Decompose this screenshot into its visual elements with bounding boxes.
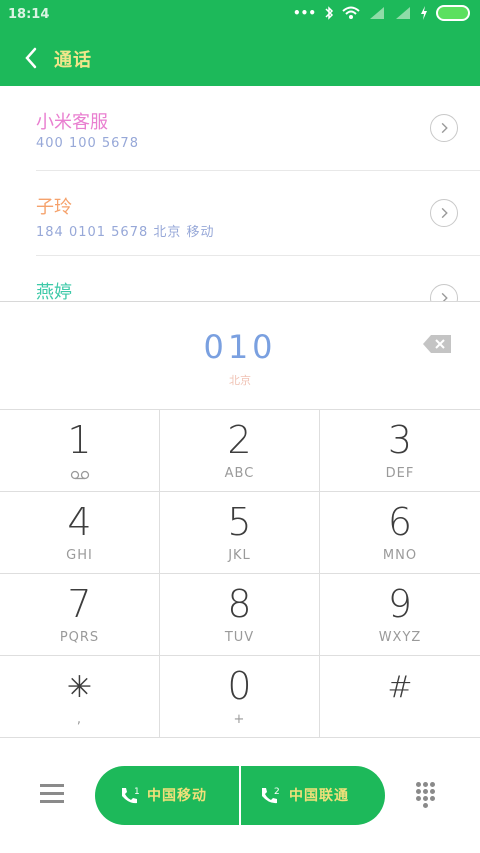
key-digit: 5 bbox=[227, 500, 252, 544]
carrier-label: 中国移动 bbox=[147, 788, 207, 804]
status-time: 18:14 bbox=[8, 7, 50, 22]
contact-detail: 184 0101 5678 北京 移动 bbox=[36, 225, 215, 240]
key-digit: 0 bbox=[227, 664, 252, 708]
dial-keypad: 1 2 ABC 3 DEF 4 GHI 5 JKL 6 MNO 7 PQRS 8… bbox=[0, 409, 480, 739]
svg-text:1: 1 bbox=[134, 787, 140, 797]
contact-item[interactable]: 子玲 184 0101 5678 北京 移动 bbox=[0, 171, 480, 255]
key-letters: PQRS bbox=[59, 630, 100, 645]
key-digit: 8 bbox=[227, 582, 252, 626]
key-5[interactable]: 5 JKL bbox=[160, 492, 320, 574]
battery-icon bbox=[436, 5, 470, 21]
chevron-right-icon[interactable] bbox=[430, 199, 458, 227]
contact-item[interactable]: 小米客服 400 100 5678 bbox=[0, 86, 480, 170]
key-6[interactable]: 6 MNO bbox=[320, 492, 480, 574]
key-letters: , bbox=[76, 712, 83, 727]
key-letters: JKL bbox=[228, 548, 251, 563]
dialed-number: 010 bbox=[203, 328, 277, 366]
contact-suggestions-list: 小米客服 400 100 5678 子玲 184 0101 5678 北京 移动… bbox=[0, 86, 480, 301]
key-letters: GHI bbox=[66, 548, 93, 563]
svg-text:2: 2 bbox=[274, 787, 280, 797]
status-icons: ••• bbox=[293, 5, 470, 21]
key-digit: 1 bbox=[67, 418, 92, 462]
key-digit: 6 bbox=[387, 500, 413, 544]
status-bar: 18:14 ••• bbox=[0, 0, 480, 30]
key-7[interactable]: 7 PQRS bbox=[0, 574, 160, 656]
key-0[interactable]: 0 + bbox=[160, 656, 320, 738]
signal-sim1-icon bbox=[370, 7, 384, 19]
back-arrow-icon[interactable] bbox=[18, 44, 46, 72]
key-3[interactable]: 3 DEF bbox=[320, 410, 480, 492]
key-9[interactable]: 9 WXYZ bbox=[320, 574, 480, 656]
key-digit: 9 bbox=[387, 582, 413, 626]
app-bar: 通话 bbox=[0, 30, 480, 86]
contact-detail: 400 100 5678 bbox=[36, 136, 139, 151]
bluetooth-icon bbox=[325, 6, 334, 20]
dialpad-toggle-icon[interactable] bbox=[416, 782, 438, 808]
contact-item[interactable]: 燕婷 bbox=[0, 256, 480, 301]
key-digit: 7 bbox=[67, 582, 92, 626]
key-digit: 4 bbox=[67, 500, 92, 544]
chevron-right-icon[interactable] bbox=[430, 284, 458, 301]
key-letters: TUV bbox=[224, 630, 255, 645]
number-location: 北京 bbox=[229, 374, 251, 387]
menu-icon[interactable] bbox=[40, 782, 66, 804]
key-letters: DEF bbox=[385, 466, 415, 481]
key-letters: ABC bbox=[224, 466, 255, 481]
key-digit: # bbox=[387, 670, 413, 705]
wifi-icon bbox=[342, 6, 360, 19]
voicemail-icon bbox=[70, 470, 90, 480]
key-letters: + bbox=[233, 712, 246, 727]
phone-sim1-icon: 1 bbox=[122, 787, 140, 804]
contact-name: 燕婷 bbox=[36, 282, 72, 301]
more-dots-icon: ••• bbox=[292, 6, 316, 20]
key-digit: 2 bbox=[227, 418, 252, 462]
key-digit: ✳ bbox=[66, 670, 93, 705]
key-1[interactable]: 1 bbox=[0, 410, 160, 492]
call-sim2-button[interactable]: 2 中国联通 bbox=[241, 766, 385, 825]
backspace-icon[interactable] bbox=[422, 334, 452, 354]
key-star[interactable]: ✳ , bbox=[0, 656, 160, 738]
key-2[interactable]: 2 ABC bbox=[160, 410, 320, 492]
key-letters: WXYZ bbox=[378, 630, 422, 645]
contact-name: 子玲 bbox=[36, 197, 72, 218]
phone-sim2-icon: 2 bbox=[262, 787, 280, 804]
key-8[interactable]: 8 TUV bbox=[160, 574, 320, 656]
page-title: 通话 bbox=[54, 50, 92, 71]
key-hash[interactable]: # bbox=[320, 656, 480, 738]
dial-input-area: 010 北京 bbox=[0, 301, 480, 410]
key-letters: MNO bbox=[382, 548, 418, 563]
key-digit: 3 bbox=[387, 418, 413, 462]
chevron-right-icon[interactable] bbox=[430, 114, 458, 142]
signal-sim2-icon bbox=[396, 7, 410, 19]
bottom-bar: 1 中国移动 2 中国联通 bbox=[0, 738, 480, 853]
call-buttons: 1 中国移动 2 中国联通 bbox=[95, 766, 385, 825]
carrier-label: 中国联通 bbox=[289, 788, 349, 804]
key-4[interactable]: 4 GHI bbox=[0, 492, 160, 574]
contact-name: 小米客服 bbox=[36, 112, 108, 133]
charging-icon bbox=[421, 6, 427, 20]
call-sim1-button[interactable]: 1 中国移动 bbox=[95, 766, 240, 825]
